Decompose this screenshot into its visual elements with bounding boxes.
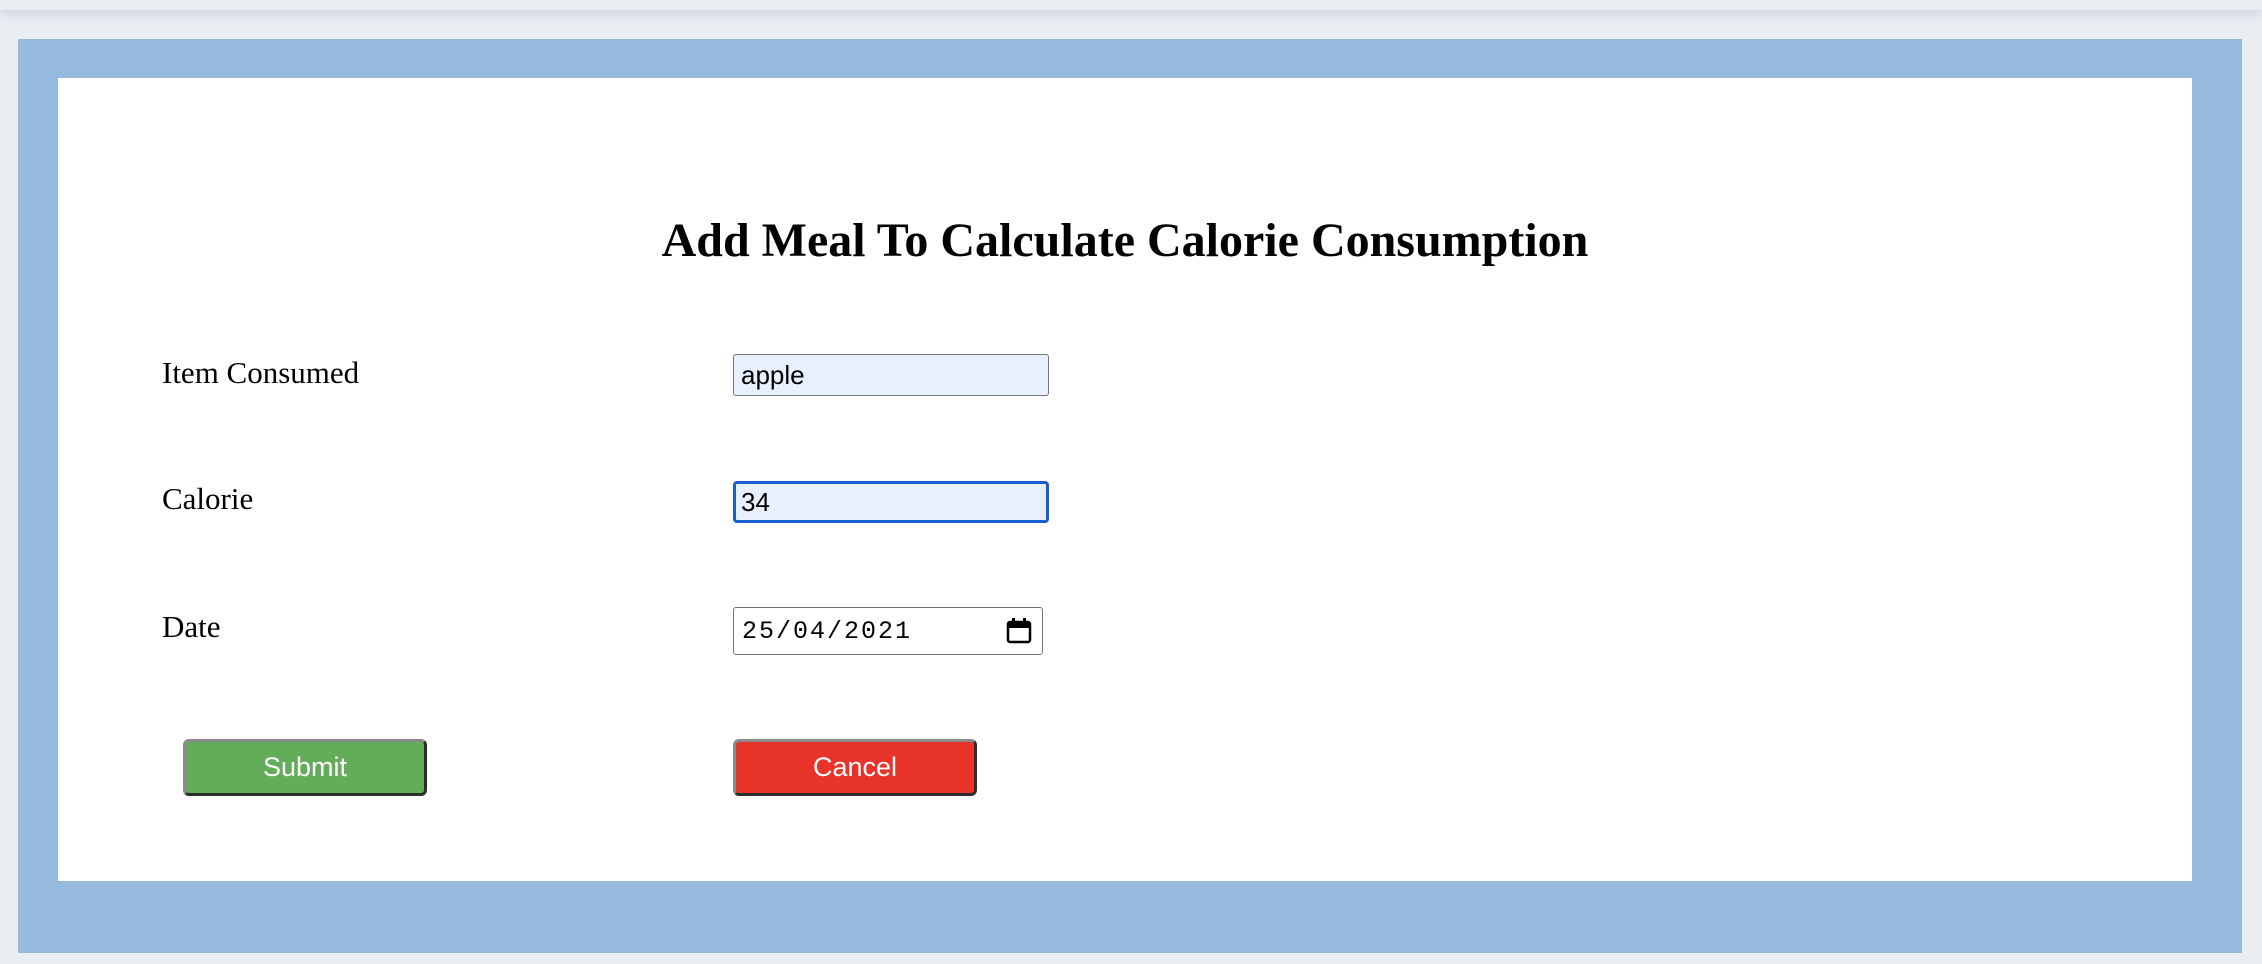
top-bar — [0, 0, 2262, 10]
item-consumed-label: Item Consumed — [162, 355, 360, 390]
submit-button[interactable]: Submit — [183, 739, 427, 796]
calendar-icon[interactable] — [1005, 617, 1033, 645]
calorie-label: Calorie — [162, 481, 254, 516]
page-frame: Add Meal To Calculate Calorie Consumptio… — [18, 39, 2242, 953]
item-consumed-input[interactable] — [733, 354, 1049, 396]
cancel-button[interactable]: Cancel — [733, 739, 977, 796]
date-input[interactable]: 25/04/2021 — [733, 607, 1043, 655]
date-value: 25/04/2021 — [742, 617, 913, 646]
calorie-input[interactable] — [733, 481, 1049, 523]
page-title: Add Meal To Calculate Calorie Consumptio… — [661, 214, 1589, 267]
date-label: Date — [162, 609, 221, 644]
meal-form-card: Add Meal To Calculate Calorie Consumptio… — [58, 78, 2192, 881]
